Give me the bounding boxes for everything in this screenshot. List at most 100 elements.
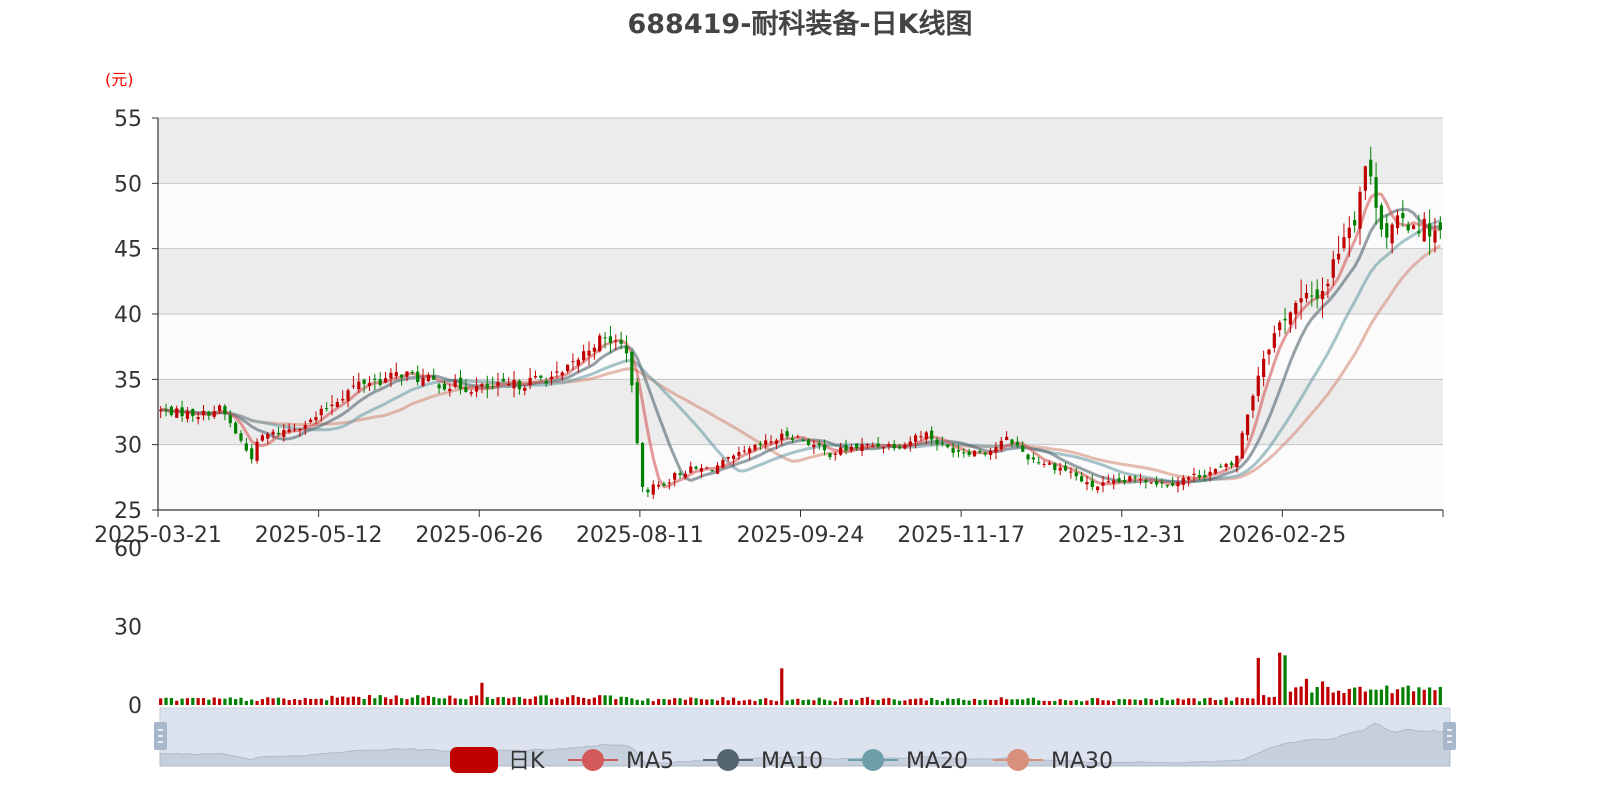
candle-body — [587, 350, 591, 356]
candle-body — [1187, 477, 1191, 480]
volume-bar — [1385, 685, 1389, 705]
volume-bar — [1181, 699, 1185, 705]
candle-body — [1294, 302, 1298, 315]
volume-bar — [1433, 690, 1437, 705]
candle-body — [1224, 463, 1228, 468]
volume-bar — [421, 697, 425, 705]
candle-body — [335, 401, 339, 408]
candle-body — [1219, 466, 1223, 468]
candle-body — [180, 407, 184, 417]
volume-bar — [673, 698, 677, 705]
candlestick — [806, 438, 811, 447]
candle-body — [1363, 166, 1367, 191]
candle-body — [571, 361, 575, 363]
volume-bar — [512, 697, 516, 705]
volume-bar — [1401, 687, 1405, 705]
volume-tick-label: 0 — [128, 694, 142, 719]
volume-bar — [999, 697, 1003, 705]
candle-body — [260, 435, 265, 441]
candle-body — [1304, 292, 1309, 299]
candle-body — [234, 422, 238, 434]
volume-bar — [881, 698, 886, 705]
candle-body — [710, 469, 714, 472]
candle-body — [1299, 298, 1303, 303]
candle-body — [453, 380, 457, 387]
candle-body — [1197, 475, 1201, 478]
candle-body — [1288, 312, 1293, 325]
candle-body — [774, 440, 779, 444]
volume-bar — [796, 698, 800, 705]
candle-body — [1122, 480, 1127, 483]
legend-item-ma10[interactable]: MA10 — [703, 749, 823, 774]
candle-body — [785, 431, 789, 437]
candle-body — [844, 444, 848, 451]
zoom-handle-left[interactable] — [154, 722, 167, 750]
volume-bar — [1219, 699, 1223, 705]
zoom-handle-right[interactable] — [1443, 722, 1456, 750]
volume-bar — [1106, 700, 1110, 705]
candle-body — [1240, 432, 1244, 459]
candle-body — [549, 376, 554, 380]
candle-body — [619, 340, 623, 344]
candle-body — [598, 335, 602, 352]
volume-bar — [705, 699, 709, 705]
candle-body — [817, 443, 821, 446]
candle-body — [812, 444, 816, 448]
volume-bar — [207, 699, 211, 705]
candle-body — [1353, 219, 1357, 226]
volume-bar — [335, 697, 339, 705]
candle-body — [930, 430, 934, 440]
volume-bar — [1347, 688, 1351, 705]
candle-body — [1047, 463, 1052, 465]
candle-body — [1058, 467, 1062, 471]
legend-item-ma20[interactable]: MA20 — [848, 749, 968, 774]
volume-bar — [1438, 686, 1442, 705]
candle-body — [1283, 318, 1287, 321]
volume-bar — [560, 699, 564, 705]
volume-bar — [726, 700, 730, 705]
candle-body — [1176, 482, 1180, 487]
volume-bar — [1428, 687, 1432, 705]
candle-body — [298, 428, 302, 430]
candle-body — [458, 377, 463, 390]
volume-bar — [314, 698, 318, 705]
candle-body — [496, 382, 500, 387]
candle-body — [1390, 224, 1394, 244]
volume-bar — [919, 698, 923, 705]
volume-bar — [1187, 698, 1191, 705]
candle-body — [1267, 349, 1271, 355]
candle-body — [1245, 414, 1250, 436]
candle-body — [742, 450, 746, 452]
candle-body — [217, 405, 222, 411]
volume-bar — [587, 699, 591, 705]
candle-body — [346, 390, 350, 401]
volume-bar — [640, 700, 645, 705]
volume-bar — [662, 698, 666, 705]
candle-body — [560, 372, 564, 376]
candle-body — [448, 388, 452, 392]
price-band — [158, 379, 1443, 445]
candle-body — [1203, 475, 1207, 478]
candle-body — [582, 351, 586, 361]
volume-bar — [1336, 690, 1341, 705]
volume-bar — [282, 698, 286, 705]
candle-body — [378, 379, 382, 385]
volume-bar — [223, 698, 227, 705]
candle-body — [394, 372, 398, 376]
candle-body — [1117, 478, 1121, 483]
volume-bar — [373, 698, 377, 705]
candle-body — [1262, 358, 1266, 377]
volume-bar — [389, 699, 393, 705]
candle-body — [908, 441, 912, 446]
candle-body — [956, 450, 961, 452]
volume-bar — [1395, 689, 1400, 705]
candle-body — [1310, 295, 1314, 297]
volume-bar — [646, 698, 650, 705]
price-tick-label: 55 — [114, 107, 142, 132]
legend-item-ma30[interactable]: MA30 — [993, 749, 1113, 774]
volume-bar — [191, 697, 195, 705]
candle-body — [1278, 322, 1282, 331]
candle-body — [946, 444, 950, 448]
candle-body — [999, 440, 1003, 450]
volume-bar — [619, 696, 623, 705]
